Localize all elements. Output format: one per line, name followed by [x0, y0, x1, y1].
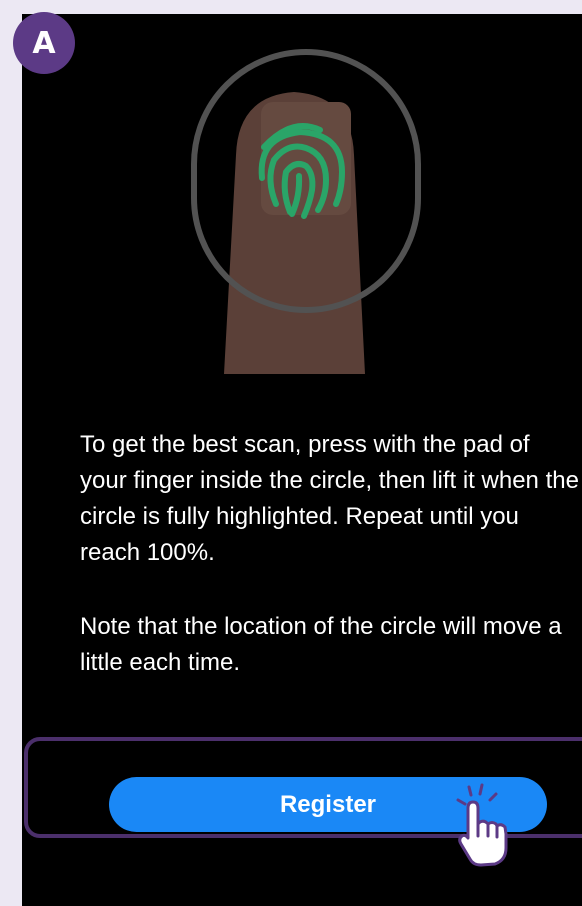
instructions-text: To get the best scan, press with the pad… — [80, 431, 579, 566]
fingerprint-illustration — [191, 49, 421, 374]
note-text: Note that the location of the circle wil… — [80, 613, 562, 676]
tutorial-stage: To get the best scan, press with the pad… — [0, 0, 582, 906]
hand-pointer-icon — [456, 783, 508, 867]
step-badge: A — [13, 12, 75, 74]
